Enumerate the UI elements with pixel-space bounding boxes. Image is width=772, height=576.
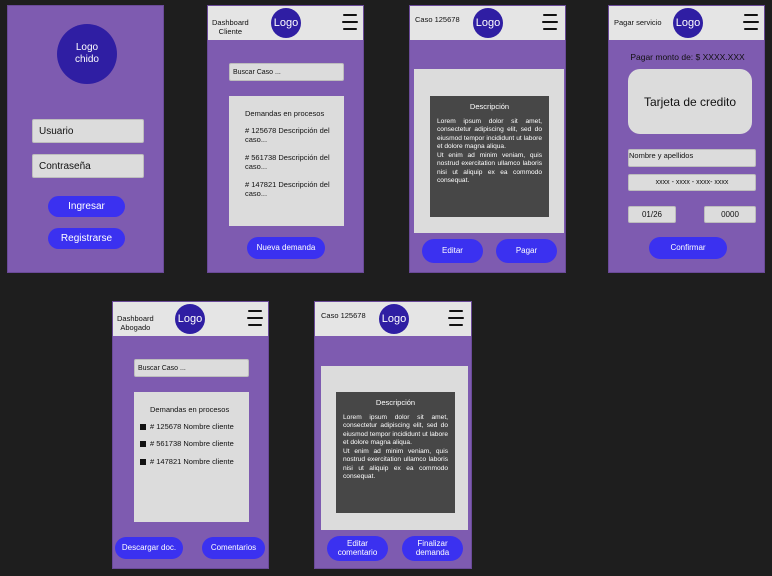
- case-item-1[interactable]: # 125678 Nombre cliente: [140, 422, 239, 431]
- bullet-icon: [140, 424, 146, 430]
- payment-screen: Pagar servicio Logo Pagar monto de: $ XX…: [608, 5, 765, 273]
- page-title: Pagar servicio: [614, 18, 662, 27]
- new-demand-label: Nueva demanda: [256, 242, 316, 252]
- credit-card-label: Tarjeta de credito: [643, 94, 737, 109]
- logo-text-line2: chido: [75, 54, 99, 65]
- cases-list-title: Demandas en procesos: [245, 109, 325, 118]
- cvv-field[interactable]: 0000: [704, 206, 756, 223]
- header: Dashboard Cliente Logo: [208, 6, 363, 40]
- header: Pagar servicio Logo: [609, 6, 764, 40]
- description-paragraph-1: Lorem ipsum dolor sit amet, consectetur …: [343, 414, 448, 447]
- new-demand-button[interactable]: Nueva demanda: [247, 237, 325, 259]
- menu-icon[interactable]: [342, 14, 358, 34]
- app-logo: Logo chido: [57, 24, 117, 84]
- confirm-button[interactable]: Confirmar: [649, 237, 727, 259]
- name-field[interactable]: Nombre y apellidos: [628, 149, 756, 167]
- edit-comment-button[interactable]: Editar comentario: [327, 536, 388, 561]
- description-title: Descripción: [469, 102, 510, 111]
- cvv-label: 0000: [721, 210, 739, 219]
- comments-label: Comentarios: [210, 542, 257, 552]
- lawyer-case-screen: Caso 125678 Logo Descripción Lorem ipsum…: [314, 301, 472, 569]
- description-card: Descripción Lorem ipsum dolor sit amet, …: [336, 392, 455, 513]
- edit-comment-label: Editar comentario: [337, 538, 378, 557]
- pay-button[interactable]: Pagar: [496, 239, 557, 263]
- header-logo: Logo: [673, 8, 703, 38]
- header-logo: Logo: [175, 304, 205, 334]
- page-title-line2: Abogado: [120, 322, 151, 332]
- confirm-button-label: Confirmar: [670, 242, 706, 252]
- download-doc-label: Descargar doc.: [121, 542, 177, 552]
- edit-button-label: Editar: [442, 245, 463, 255]
- register-button-label: Registrarse: [60, 233, 113, 244]
- amount-label: Pagar monto de: $ XXXX.XXX: [630, 52, 745, 62]
- bullet-icon: [140, 441, 146, 448]
- edit-button[interactable]: Editar: [422, 239, 483, 263]
- credit-card-box: Tarjeta de credito: [628, 69, 752, 134]
- description-card: Descripción Lorem ipsum dolor sit amet, …: [430, 96, 549, 217]
- header-logo-text: Logo: [475, 17, 501, 29]
- header-logo-text: Logo: [381, 313, 407, 325]
- finish-demand-label: Finalizar demanda: [415, 538, 450, 557]
- bullet-icon: [140, 458, 146, 465]
- card-number-field[interactable]: xxxx - xxxx - xxxx- xxxx: [628, 174, 756, 191]
- password-label: Contraseña: [39, 160, 91, 172]
- comments-button[interactable]: Comentarios: [202, 537, 265, 559]
- menu-icon[interactable]: [448, 310, 464, 330]
- header-logo-text: Logo: [177, 313, 203, 325]
- header-logo-text: Logo: [675, 17, 701, 29]
- finish-demand-button[interactable]: Finalizar demanda: [402, 536, 463, 561]
- name-field-label: Nombre y apellidos: [629, 151, 694, 160]
- case-item-3-label: # 147821 Nombre cliente: [150, 456, 234, 466]
- case-item-2[interactable]: # 561738 Nombre cliente: [140, 439, 239, 448]
- lawyer-dashboard-screen: Dashboard Abogado Logo Buscar Caso ... D…: [112, 301, 269, 569]
- menu-icon[interactable]: [247, 310, 263, 330]
- description-paragraph-2: Ut enim ad minim veniam, quis nostrud ex…: [437, 151, 542, 185]
- header-logo: Logo: [271, 8, 301, 38]
- search-input[interactable]: Buscar Caso ...: [134, 359, 249, 377]
- cases-panel: Demandas en procesos # 125678 Nombre cli…: [134, 392, 249, 522]
- expiry-label: 01/26: [641, 210, 663, 219]
- register-button[interactable]: Registrarse: [48, 228, 125, 249]
- page-title: Caso 125678: [415, 15, 460, 24]
- username-field[interactable]: Usuario: [32, 119, 144, 143]
- case-item-3[interactable]: # 147821 Descripción del caso...: [245, 180, 334, 199]
- logo-text-line1: Logo: [75, 41, 99, 53]
- header-logo: Logo: [473, 8, 503, 38]
- password-field[interactable]: Contraseña: [32, 154, 144, 178]
- download-doc-button[interactable]: Descargar doc.: [115, 537, 183, 559]
- login-screen: Logo chido Usuario Contraseña Ingresar R…: [7, 5, 164, 273]
- header: Dashboard Abogado Logo: [113, 302, 268, 336]
- page-title: Dashboard Cliente: [212, 18, 249, 36]
- page-title-line2: Cliente: [218, 26, 243, 36]
- header-logo-text: Logo: [273, 17, 299, 29]
- client-case-screen: Caso 125678 Logo Descripción Lorem ipsum…: [409, 5, 566, 273]
- cases-list-title: Demandas en procesos: [150, 405, 230, 414]
- page-title: Dashboard Abogado: [117, 314, 154, 332]
- expiry-field[interactable]: 01/26: [628, 206, 676, 223]
- client-dashboard-screen: Dashboard Cliente Logo Buscar Caso ... D…: [207, 5, 364, 273]
- header: Caso 125678 Logo: [315, 302, 471, 336]
- description-paragraph-2: Ut enim ad minim veniam, quis nostrud ex…: [343, 447, 448, 481]
- login-button[interactable]: Ingresar: [48, 196, 125, 217]
- page-title: Caso 125678: [321, 311, 366, 320]
- case-item-2-label: # 561738 Nombre cliente: [150, 439, 234, 449]
- case-item-1[interactable]: # 125678 Descripción del caso...: [245, 126, 334, 145]
- case-item-3[interactable]: # 147821 Nombre cliente: [140, 457, 239, 466]
- username-label: Usuario: [39, 125, 74, 137]
- description-title: Descripción: [375, 398, 416, 407]
- search-input[interactable]: Buscar Caso ...: [229, 63, 344, 81]
- menu-icon[interactable]: [542, 14, 558, 34]
- card-number-label: xxxx - xxxx - xxxx- xxxx: [655, 179, 729, 186]
- case-item-1-label: # 125678 Nombre cliente: [150, 422, 234, 431]
- login-button-label: Ingresar: [68, 201, 105, 212]
- header: Caso 125678 Logo: [410, 6, 565, 40]
- search-placeholder: Buscar Caso ...: [233, 68, 281, 76]
- header-logo: Logo: [379, 304, 409, 334]
- menu-icon[interactable]: [743, 14, 759, 34]
- search-placeholder: Buscar Caso ...: [138, 364, 186, 372]
- cases-panel: Demandas en procesos # 125678 Descripció…: [229, 96, 344, 226]
- case-item-2[interactable]: # 561738 Descripción del caso...: [245, 153, 334, 172]
- description-paragraph-1: Lorem ipsum dolor sit amet, consectetur …: [437, 118, 542, 151]
- pay-button-label: Pagar: [515, 245, 538, 255]
